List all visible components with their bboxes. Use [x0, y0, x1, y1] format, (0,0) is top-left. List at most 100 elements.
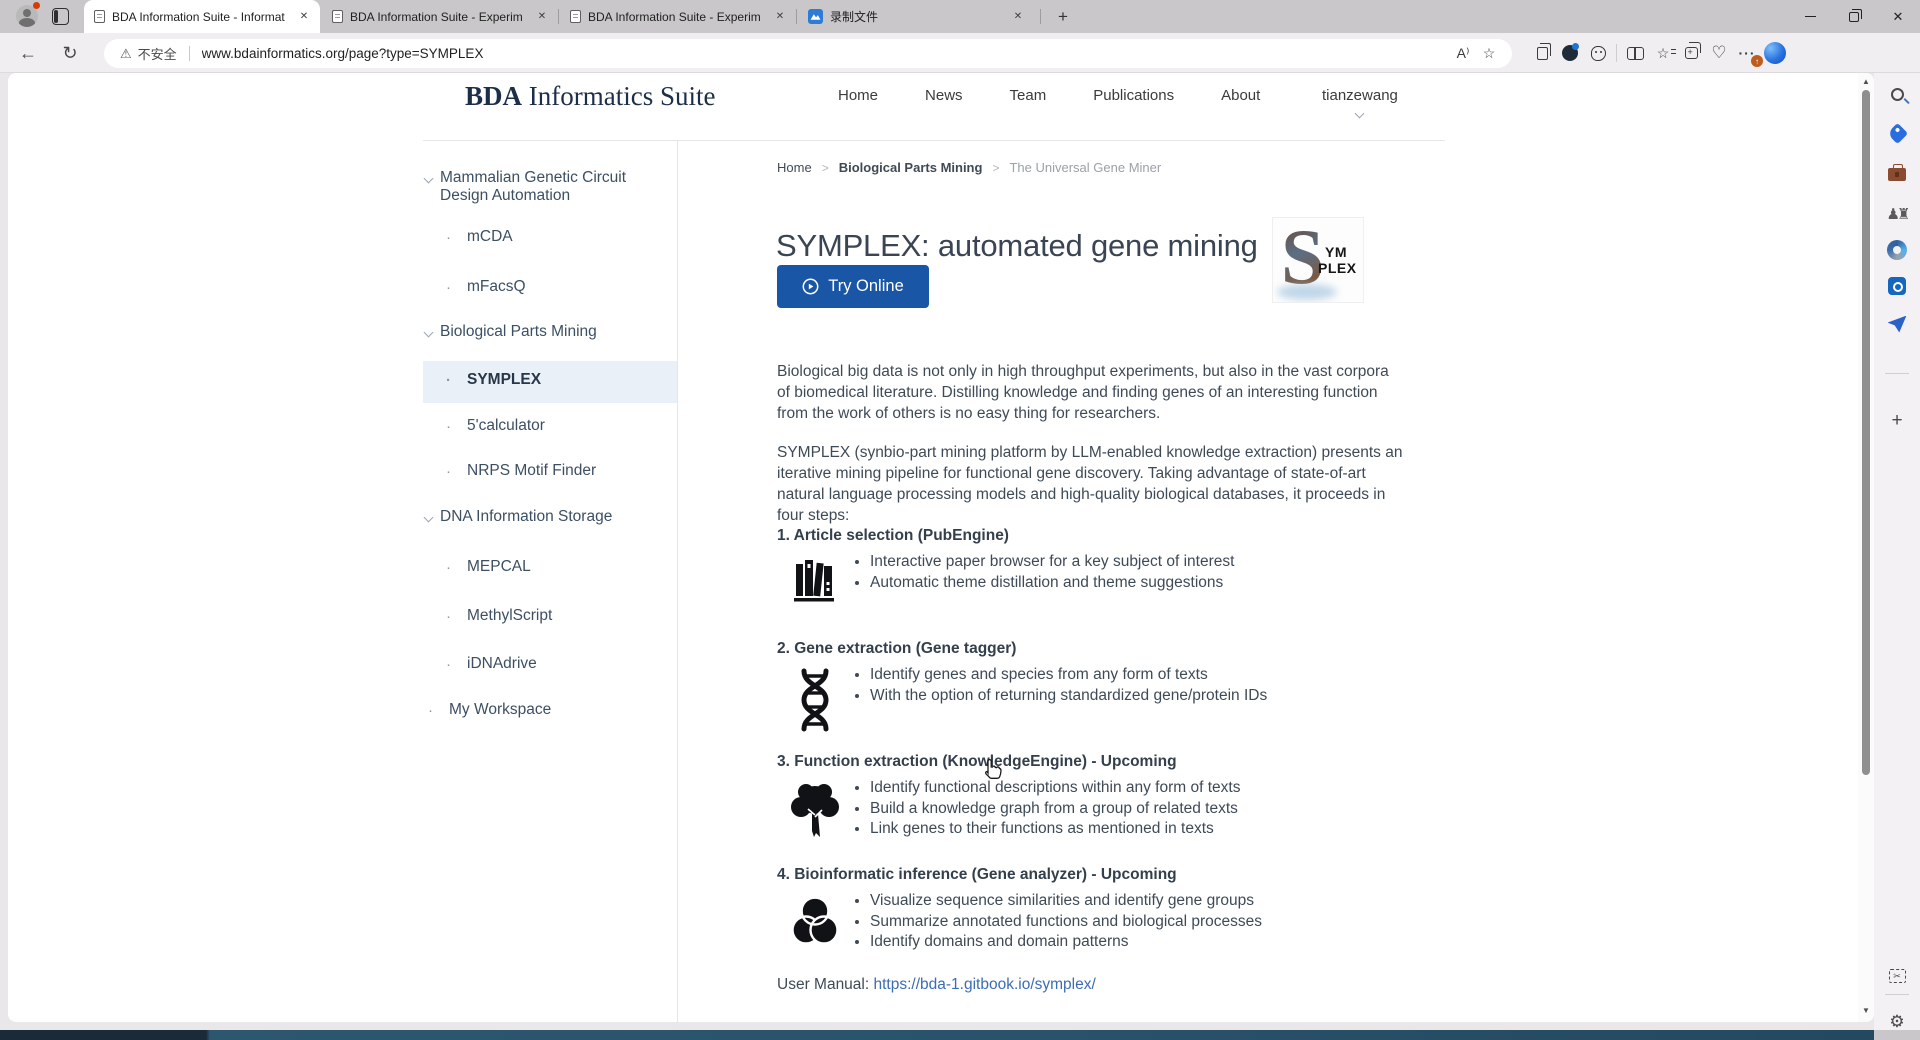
split-screen-icon[interactable]: [1621, 41, 1649, 65]
new-tab-button[interactable]: +: [1052, 6, 1074, 28]
step-gene-extraction: 2. Gene extraction (Gene tagger): [777, 640, 1427, 732]
games-icon[interactable]: ♟♜: [1874, 199, 1920, 229]
outlook-icon[interactable]: [1874, 271, 1920, 301]
collections-icon[interactable]: [1677, 41, 1705, 65]
copy-link-icon[interactable]: [1528, 41, 1556, 65]
sidebar-item-5calculator[interactable]: ·5'calculator: [446, 417, 666, 435]
shopping-icon[interactable]: [1874, 118, 1920, 148]
url-text[interactable]: www.bdainformatics.org/page?type=SYMPLEX: [202, 46, 1450, 61]
step-heading: 3. Function extraction (KnowledgeEngine)…: [777, 753, 1427, 771]
sidebar-item-symplex[interactable]: ·SYMPLEX: [446, 371, 666, 389]
sidebar-group-dna-storage[interactable]: DNA Information Storage: [425, 508, 665, 526]
sidebar-item-mepcal[interactable]: ·MEPCAL: [446, 558, 666, 576]
play-icon: [802, 278, 819, 295]
step-heading: 4. Bioinformatic inference (Gene analyze…: [777, 866, 1427, 884]
sidebar-divider: [1885, 994, 1909, 995]
sidebar-item-idnadrive[interactable]: ·iDNAdrive: [446, 655, 666, 673]
breadcrumb-section[interactable]: Biological Parts Mining: [839, 160, 983, 175]
m365-icon[interactable]: [1874, 235, 1920, 265]
workspaces-icon[interactable]: [52, 8, 69, 25]
add-sidebar-item-icon[interactable]: +: [1874, 406, 1920, 436]
page-title: SYMPLEX: automated gene mining: [776, 228, 1258, 264]
browser-toolbar: ← ↻ ⚠ 不安全 www.bdainformatics.org/page?ty…: [0, 33, 1920, 73]
tab-4[interactable]: 录制文件 ✕: [798, 0, 1034, 33]
security-label[interactable]: 不安全: [138, 44, 177, 63]
tab-title: BDA Information Suite - Informat: [112, 10, 296, 24]
step-heading: 2. Gene extraction (Gene tagger): [777, 640, 1427, 658]
sidebar-item-methylscript[interactable]: ·MethylScript: [446, 607, 666, 625]
site-logo[interactable]: BDA Informatics Suite: [465, 81, 715, 112]
favorites-icon[interactable]: ☆: [1649, 41, 1677, 65]
web-capture-icon[interactable]: ✂: [1874, 961, 1920, 991]
scroll-up-icon[interactable]: ▲: [1858, 74, 1874, 88]
document-favicon: [332, 10, 343, 23]
step-article-selection: 1. Article selection (PubEngine) Interac…: [777, 527, 1427, 603]
close-button[interactable]: ✕: [1876, 0, 1920, 33]
step-bullets: Identify genes and species from any form…: [853, 665, 1267, 732]
sidebar-group-mammalian[interactable]: Mammalian Genetic Circuit Design Automat…: [425, 169, 665, 205]
copilot-icon[interactable]: [1761, 41, 1789, 65]
page-scrollbar[interactable]: ▲ ▼: [1858, 73, 1874, 1022]
sidebar-item-mfacsq[interactable]: ·mFacsQ: [446, 278, 666, 296]
try-online-button[interactable]: Try Online: [777, 265, 929, 308]
symplex-logo-image: S YM PLEX: [1272, 217, 1364, 303]
back-button[interactable]: ←: [16, 41, 40, 65]
tab-close-icon[interactable]: ✕: [534, 9, 550, 25]
minimize-icon: [1805, 16, 1816, 17]
chevron-down-icon: [424, 513, 434, 523]
nav-news[interactable]: News: [925, 87, 963, 104]
drop-icon[interactable]: [1874, 309, 1920, 339]
address-bar[interactable]: ⚠ 不安全 www.bdainformatics.org/page?type=S…: [104, 39, 1512, 68]
sidebar-settings-icon[interactable]: ⚙: [1874, 1007, 1920, 1037]
sidebar-group-parts-mining[interactable]: Biological Parts Mining: [425, 323, 665, 341]
tab-1-active[interactable]: BDA Information Suite - Informat ✕: [84, 0, 320, 33]
breadcrumb: Home > Biological Parts Mining > The Uni…: [777, 160, 1161, 175]
sidebar-divider: [1885, 373, 1909, 374]
document-favicon: [570, 10, 581, 23]
sidebar-search-icon[interactable]: [1874, 79, 1920, 109]
nav-home[interactable]: Home: [838, 87, 878, 104]
restore-button[interactable]: [1832, 0, 1876, 33]
recording-favicon: [808, 9, 823, 24]
tab-title: BDA Information Suite - Experim: [588, 10, 772, 24]
site-nav: Home News Team Publications About: [838, 87, 1260, 104]
tab-close-icon[interactable]: ✕: [296, 9, 312, 25]
restore-icon: [1849, 12, 1859, 22]
intro-paragraph: Biological big data is not only in high …: [777, 361, 1405, 424]
tab-close-icon[interactable]: ✕: [1010, 9, 1026, 25]
step-heading: 1. Article selection (PubEngine): [777, 527, 1427, 545]
scroll-down-icon[interactable]: ▼: [1858, 1003, 1874, 1017]
pipeline-paragraph: SYMPLEX (synbio-part mining platform by …: [777, 442, 1405, 526]
tab-2[interactable]: BDA Information Suite - Experim ✕: [322, 0, 558, 33]
nav-team[interactable]: Team: [1010, 87, 1047, 104]
scrollbar-thumb[interactable]: [1862, 90, 1870, 775]
sidebar-item-mcda[interactable]: ·mCDA: [446, 228, 666, 246]
browser-essentials-icon[interactable]: ♡: [1705, 41, 1733, 65]
step-function-extraction: 3. Function extraction (KnowledgeEngine)…: [777, 753, 1427, 841]
toolbox-icon[interactable]: [1874, 159, 1920, 189]
extension-icon[interactable]: [1584, 41, 1612, 65]
settings-more-icon[interactable]: ···↑: [1733, 41, 1761, 65]
tab-title: BDA Information Suite - Experim: [350, 10, 534, 24]
nav-about[interactable]: About: [1221, 87, 1260, 104]
evernote-extension-icon[interactable]: [1556, 41, 1584, 65]
chevron-down-icon: [1355, 109, 1365, 119]
user-menu[interactable]: tianzewang: [1322, 87, 1398, 117]
books-icon: [777, 552, 853, 603]
step-bioinformatic-inference: 4. Bioinformatic inference (Gene analyze…: [777, 866, 1427, 953]
sidebar-item-nrps[interactable]: ·NRPS Motif Finder: [446, 462, 666, 480]
user-manual-link[interactable]: https://bda-1.gitbook.io/symplex/: [874, 976, 1096, 993]
minimize-button[interactable]: [1788, 0, 1832, 33]
nav-publications[interactable]: Publications: [1093, 87, 1174, 104]
tab-3[interactable]: BDA Information Suite - Experim ✕: [560, 0, 796, 33]
breadcrumb-home[interactable]: Home: [777, 160, 812, 175]
tab-close-icon[interactable]: ✕: [772, 9, 788, 25]
read-aloud-icon[interactable]: A⁾: [1450, 42, 1476, 66]
sidebar-border: [677, 140, 678, 1022]
refresh-button[interactable]: ↻: [58, 41, 82, 65]
sidebar-item-my-workspace[interactable]: ·My Workspace: [428, 701, 648, 719]
edge-sidebar: ♟♜ + ✂ ⚙: [1874, 73, 1920, 1030]
favorite-star-icon[interactable]: ☆: [1476, 42, 1502, 66]
step-bullets: Visualize sequence similarities and iden…: [853, 891, 1262, 953]
step-bullets: Identify functional descriptions within …: [853, 778, 1240, 841]
